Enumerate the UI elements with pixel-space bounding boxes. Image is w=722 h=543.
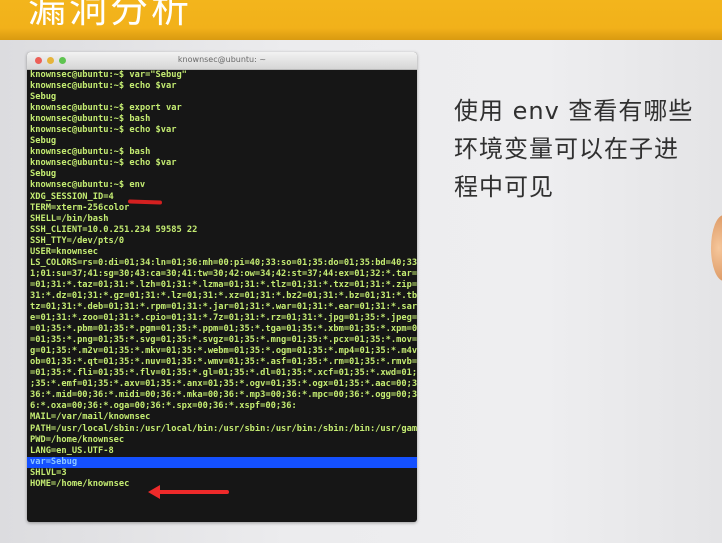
terminal-line: knownsec@ubuntu:~$ var="Sebug" — [30, 70, 187, 80]
terminal-output[interactable]: knownsec@ubuntu:~$ var="Sebug" knownsec@u… — [27, 70, 417, 490]
terminal-line: knownsec@ubuntu:~$ bash — [30, 147, 151, 158]
terminal-line: MAIL=/var/mail/knownsec — [30, 412, 151, 423]
terminal-line: =01;31:*.taz=01;31:*.lzh=01;31:*.lzma=01… — [30, 279, 417, 290]
terminal-line: knownsec@ubuntu:~$ export var — [30, 103, 182, 114]
terminal-line: USER=knownsec — [30, 246, 98, 257]
terminal-line: tz=01;31:*.deb=01;31:*.rpm=01;31:*.jar=0… — [30, 301, 417, 312]
terminal-line: =01;35:*.pbm=01;35:*.pgm=01;35:*.ppm=01;… — [30, 324, 417, 335]
terminal-line: e=01;31:*.zoo=01;31:*.cpio=01;31:*.7z=01… — [30, 313, 417, 324]
terminal-line: ob=01;35:*.qt=01;35:*.nuv=01;35:*.wmv=01… — [30, 357, 417, 368]
terminal-line: Sebug — [30, 169, 57, 180]
annotation-arrow-head — [148, 485, 160, 499]
terminal-line: SHELL=/bin/bash — [30, 213, 109, 224]
terminal-line: 36:*.mid=00;36:*.midi=00;36:*.mka=00;36:… — [30, 390, 417, 401]
annotation-arrow-shaft — [157, 490, 229, 494]
terminal-line: LANG=en_US.UTF-8 — [30, 445, 114, 456]
terminal-line: 1;01:su=37;41:sg=30;43:ca=30;41:tw=30;42… — [30, 268, 417, 279]
terminal-line: SSH_CLIENT=10.0.251.234 59585 22 — [30, 224, 198, 235]
terminal-window-title: knownsec@ubuntu: ~ — [177, 55, 267, 64]
terminal-line: knownsec@ubuntu:~$ echo $var — [30, 158, 177, 169]
terminal-line: XDG_SESSION_ID=4 — [30, 191, 114, 202]
terminal-line: HOME=/home/knownsec — [30, 478, 130, 489]
terminal-line: SHLVL=3 — [30, 467, 67, 478]
terminal-line: g=01;35:*.m2v=01;35:*.mkv=01;35:*.webm=0… — [30, 346, 417, 357]
slide-title-bar: 漏洞分析 — [0, 0, 722, 40]
terminal-line: SSH_TTY=/dev/pts/0 — [30, 235, 125, 246]
terminal-line: 31:*.dz=01;31:*.gz=01;31:*.lz=01;31:*.xz… — [30, 290, 417, 301]
terminal-line: =01;35:*.fli=01;35:*.flv=01;35:*.gl=01;3… — [30, 368, 417, 379]
terminal-line-highlighted: var=Sebug — [27, 456, 417, 468]
terminal-line: knownsec@ubuntu:~$ echo $var — [30, 125, 177, 136]
terminal-line: knownsec@ubuntu:~$ env — [30, 180, 146, 191]
terminal-line: Sebug — [30, 136, 57, 147]
terminal-titlebar[interactable]: knownsec@ubuntu: ~ — [27, 52, 417, 70]
terminal-line: 6:*.oxa=00;36:*.oga=00;36:*.spx=00;36:*.… — [30, 401, 297, 412]
slide-title: 漏洞分析 — [28, 0, 193, 31]
slide-description: 使用 env 查看有哪些 环境变量可以在子进 程中可见 — [454, 92, 719, 206]
description-line: 环境变量可以在子进 — [454, 135, 679, 163]
terminal-window[interactable]: knownsec@ubuntu: ~ knownsec@ubuntu:~$ va… — [27, 52, 417, 522]
terminal-line: TERM=xterm-256color — [30, 202, 130, 213]
terminal-line: ;35:*.emf=01;35:*.axv=01;35:*.anx=01;35:… — [30, 379, 417, 390]
terminal-line: knownsec@ubuntu:~$ echo $var — [30, 81, 177, 92]
terminal-line: LS_COLORS=rs=0:di=01;34:ln=01;36:mh=00:p… — [30, 257, 417, 268]
terminal-line: PWD=/home/knownsec — [30, 434, 125, 445]
terminal-line: =01;35:*.png=01;35:*.svg=01;35:*.svgz=01… — [30, 335, 417, 346]
description-line: 使用 env 查看有哪些 — [454, 97, 694, 125]
description-line: 程中可见 — [454, 173, 554, 201]
terminal-line: PATH=/usr/local/sbin:/usr/local/bin:/usr… — [30, 423, 417, 434]
terminal-line: Sebug — [30, 92, 57, 103]
terminal-line: knownsec@ubuntu:~$ bash — [30, 114, 151, 125]
